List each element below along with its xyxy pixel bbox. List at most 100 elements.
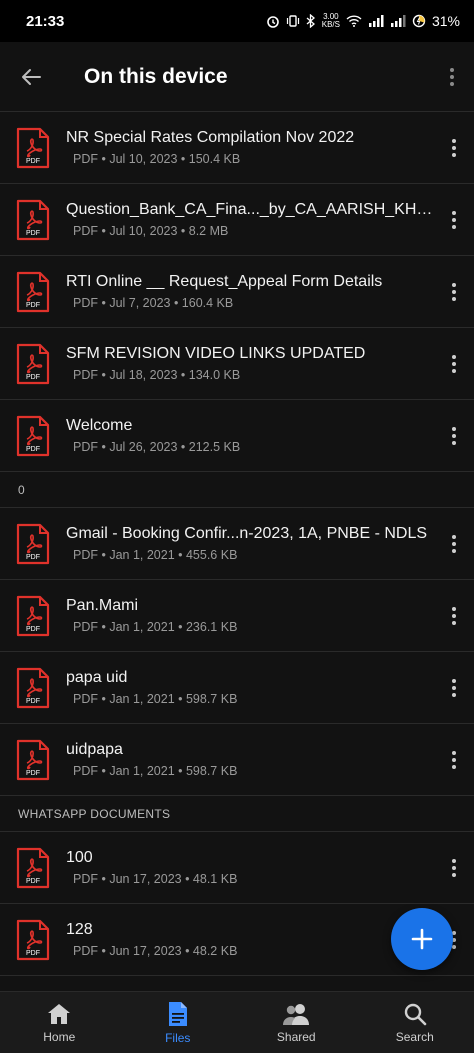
battery-percent: 31% — [431, 13, 460, 29]
nav-files[interactable]: Files — [119, 992, 238, 1053]
file-row[interactable]: PDF Question_Bank_CA_Fina..._by_CA_AARISH… — [0, 184, 474, 256]
pdf-badge-text: PDF — [26, 698, 40, 705]
file-row[interactable]: PDF 100 PDF • Jun 17, 2023 • 48.1 KB — [0, 832, 474, 904]
nav-files-label: Files — [165, 1030, 191, 1045]
pdf-file-icon: PDF — [16, 523, 50, 564]
pdf-badge-text: PDF — [26, 878, 40, 885]
nav-home[interactable]: Home — [0, 992, 119, 1053]
arrow-left-icon — [22, 68, 41, 85]
pdf-file-icon: PDF — [16, 415, 50, 456]
nav-shared[interactable]: Shared — [237, 992, 356, 1053]
search-icon — [404, 1003, 427, 1025]
file-info: 128 PDF • Jun 17, 2023 • 48.2 KB — [66, 921, 434, 958]
pdf-badge-text: PDF — [26, 446, 40, 453]
bluetooth-icon — [306, 14, 316, 28]
file-overflow-menu-button[interactable] — [434, 328, 474, 400]
net-speed: 3.00 KB/S — [322, 13, 340, 29]
file-row[interactable]: PDF Welcome PDF • Jul 26, 2023 • 212.5 KB — [0, 400, 474, 472]
screen: 21:33 3.00 KB/S 31% On this device PDF N… — [0, 0, 474, 1053]
pdf-file-icon: PDF — [16, 847, 50, 888]
file-info: papa uid PDF • Jan 1, 2021 • 598.7 KB — [66, 669, 434, 706]
file-list: PDF NR Special Rates Compilation Nov 2022… — [0, 112, 474, 976]
file-name: RTI Online __ Request_Appeal Form Detail… — [66, 273, 383, 290]
overflow-menu-button[interactable] — [430, 42, 474, 112]
alarm-icon — [266, 14, 280, 28]
file-overflow-menu-button[interactable] — [434, 508, 474, 580]
file-name: Gmail - Booking Confir...n-2023, 1A, PNB… — [66, 525, 428, 542]
more-vertical-icon — [452, 138, 456, 157]
file-info: Gmail - Booking Confir...n-2023, 1A, PNB… — [66, 525, 434, 562]
file-overflow-menu-button[interactable] — [434, 580, 474, 652]
file-overflow-menu-button[interactable] — [434, 400, 474, 472]
file-overflow-menu-button[interactable] — [434, 724, 474, 796]
file-row[interactable]: PDF Gmail - Booking Confir...n-2023, 1A, … — [0, 508, 474, 580]
file-name: Welcome — [66, 417, 133, 434]
file-row[interactable]: PDF uidpapa PDF • Jan 1, 2021 • 598.7 KB — [0, 724, 474, 796]
page-title: On this device — [84, 64, 228, 88]
pdf-file-icon: PDF — [16, 271, 50, 312]
pdf-file-icon: PDF — [16, 739, 50, 780]
bottom-nav: Home Files Shared Search — [0, 991, 474, 1053]
file-row[interactable]: PDF NR Special Rates Compilation Nov 2022… — [0, 112, 474, 184]
net-speed-unit: KB/S — [321, 20, 340, 29]
file-overflow-menu-button[interactable] — [434, 112, 474, 184]
pdf-file-icon: PDF — [16, 127, 50, 168]
more-vertical-icon — [452, 606, 456, 625]
file-info: RTI Online __ Request_Appeal Form Detail… — [66, 273, 434, 310]
files-icon — [168, 1001, 187, 1026]
more-vertical-icon — [452, 426, 456, 445]
file-row[interactable]: PDF SFM REVISION VIDEO LINKS UPDATED PDF •… — [0, 328, 474, 400]
nav-shared-label: Shared — [276, 1029, 316, 1044]
file-meta: PDF • Jan 1, 2021 • 598.7 KB — [73, 764, 238, 778]
signal-icon-2 — [390, 15, 406, 27]
pdf-badge-text: PDF — [26, 950, 40, 957]
file-overflow-menu-button[interactable] — [434, 832, 474, 904]
pdf-badge-text: PDF — [26, 554, 40, 561]
file-meta: PDF • Jun 17, 2023 • 48.1 KB — [73, 872, 238, 886]
file-name: papa uid — [66, 669, 128, 686]
file-info: Welcome PDF • Jul 26, 2023 • 212.5 KB — [66, 417, 434, 454]
pdf-badge-text: PDF — [26, 770, 40, 777]
more-vertical-icon — [452, 282, 456, 301]
file-name: uidpapa — [66, 741, 123, 758]
file-row[interactable]: PDF RTI Online __ Request_Appeal Form Det… — [0, 256, 474, 328]
file-overflow-menu-button[interactable] — [434, 184, 474, 256]
back-button[interactable] — [0, 42, 62, 112]
add-fab-button[interactable] — [391, 908, 453, 970]
file-name: Pan.Mami — [66, 597, 139, 614]
file-name: 100 — [66, 849, 93, 866]
file-name: NR Special Rates Compilation Nov 2022 — [66, 129, 355, 146]
signal-icon-1 — [368, 15, 384, 27]
shared-icon — [283, 1003, 310, 1025]
file-meta: PDF • Jan 1, 2021 • 455.6 KB — [73, 548, 238, 562]
file-overflow-menu-button[interactable] — [434, 652, 474, 724]
file-info: 100 PDF • Jun 17, 2023 • 48.1 KB — [66, 849, 434, 886]
more-vertical-icon — [450, 67, 454, 86]
file-info: Pan.Mami PDF • Jan 1, 2021 • 236.1 KB — [66, 597, 434, 634]
file-info: SFM REVISION VIDEO LINKS UPDATED PDF • Ju… — [66, 345, 434, 382]
pdf-badge-text: PDF — [26, 158, 40, 165]
file-overflow-menu-button[interactable] — [434, 256, 474, 328]
more-vertical-icon — [452, 750, 456, 769]
nav-home-label: Home — [43, 1029, 76, 1044]
pdf-file-icon: PDF — [16, 343, 50, 384]
file-meta: PDF • Jun 17, 2023 • 48.2 KB — [73, 944, 238, 958]
more-vertical-icon — [452, 858, 456, 877]
plus-icon — [411, 928, 433, 950]
file-info: uidpapa PDF • Jan 1, 2021 • 598.7 KB — [66, 741, 434, 778]
file-row[interactable]: PDF Pan.Mami PDF • Jan 1, 2021 • 236.1 KB — [0, 580, 474, 652]
section-header: 0 — [0, 472, 474, 508]
file-info: NR Special Rates Compilation Nov 2022 PDF… — [66, 129, 434, 166]
nav-search[interactable]: Search — [356, 992, 474, 1053]
pdf-badge-text: PDF — [26, 230, 40, 237]
status-bar: 21:33 3.00 KB/S 31% — [0, 0, 474, 42]
home-icon — [48, 1003, 71, 1024]
file-row[interactable]: PDF papa uid PDF • Jan 1, 2021 • 598.7 KB — [0, 652, 474, 724]
more-vertical-icon — [452, 354, 456, 373]
file-meta: PDF • Jul 10, 2023 • 8.2 MB — [73, 224, 229, 238]
file-meta: PDF • Jan 1, 2021 • 598.7 KB — [73, 692, 238, 706]
status-icons: 3.00 KB/S 31% — [266, 13, 460, 29]
more-vertical-icon — [452, 678, 456, 697]
file-meta: PDF • Jul 10, 2023 • 150.4 KB — [73, 152, 241, 166]
pdf-badge-text: PDF — [26, 626, 40, 633]
